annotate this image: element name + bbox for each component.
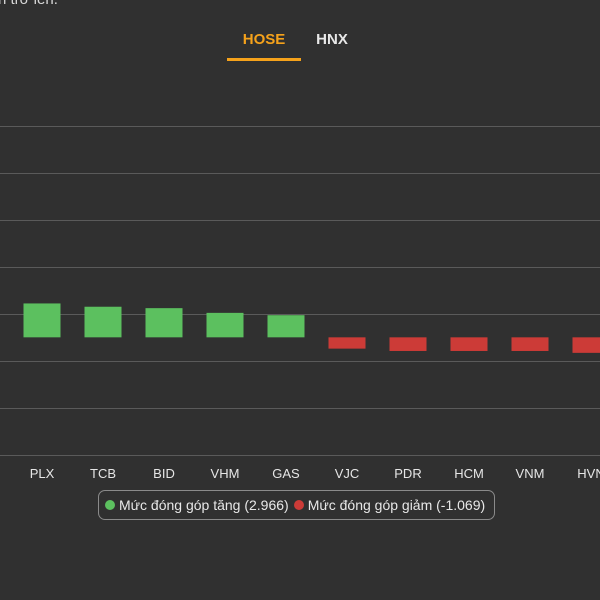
x-tick-label: PDR — [394, 466, 421, 481]
bar-hcm[interactable] — [450, 337, 488, 351]
x-tick-label: VHM — [211, 466, 240, 481]
x-tick-label: HCM — [454, 466, 484, 481]
legend-item-negative[interactable]: Mức đóng góp giảm (-1.069) — [293, 497, 486, 513]
bar-vjc[interactable] — [328, 337, 366, 349]
legend-dot-positive — [105, 500, 115, 510]
bar-bid[interactable] — [145, 308, 183, 338]
x-tick-label: GAS — [272, 466, 300, 481]
bar-plx[interactable] — [23, 303, 61, 338]
bar-pdr[interactable] — [389, 337, 427, 351]
x-axis-labels: PLX TCB BID VHM GAS VJC PDR HCM VNM HVN — [30, 466, 600, 481]
x-tick-label: TCB — [90, 466, 116, 481]
legend-label-positive: Mức đóng góp tăng (2.966) — [119, 497, 289, 513]
bar-hvn[interactable] — [572, 337, 600, 353]
legend-label-negative: Mức đóng góp giảm (-1.069) — [307, 497, 486, 513]
x-tick-label: VNM — [516, 466, 545, 481]
chart-legend: Mức đóng góp tăng (2.966) Mức đóng góp g… — [98, 490, 496, 520]
bar-vhm[interactable] — [206, 312, 244, 338]
x-tick-label: PLX — [30, 466, 55, 481]
bar-gas[interactable] — [267, 315, 305, 338]
legend-item-positive[interactable]: Mức đóng góp tăng (2.966) — [105, 497, 289, 513]
x-tick-label: VJC — [335, 466, 360, 481]
bars — [23, 303, 600, 353]
legend-dot-negative — [293, 500, 304, 510]
bar-vnm[interactable] — [511, 337, 549, 351]
bar-tcb[interactable] — [84, 306, 122, 338]
x-tick-label: BID — [153, 466, 175, 481]
x-tick-label: HVN — [577, 466, 600, 481]
grid-lines — [0, 126, 600, 456]
